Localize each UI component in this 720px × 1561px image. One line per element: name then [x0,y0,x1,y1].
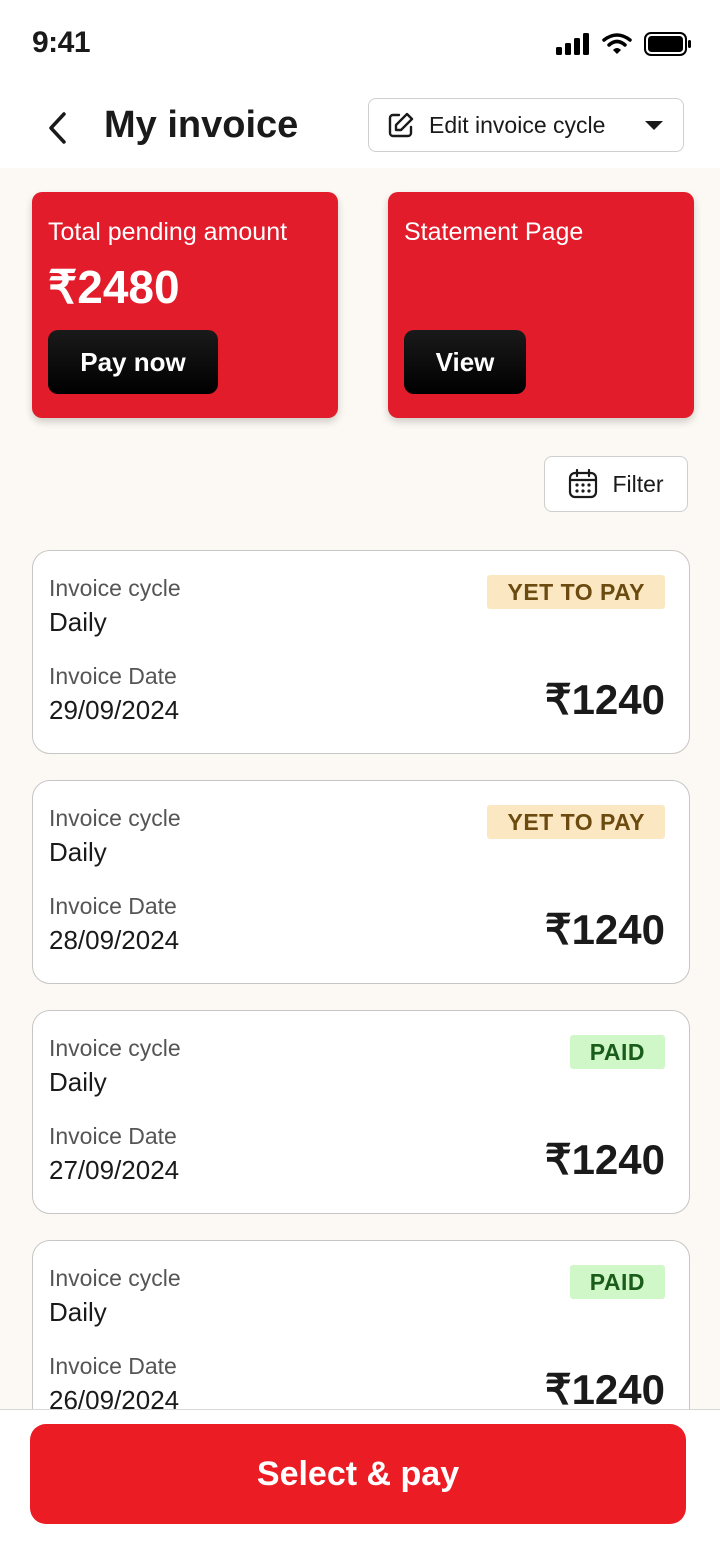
statement-card: Statement Page View [388,192,694,418]
status-icons [556,32,692,56]
status-badge: PAID [569,1265,665,1299]
invoice-date-label: Invoice Date [49,663,177,689]
invoice-cycle-value: Daily [49,837,107,867]
invoice-date-value: 28/09/2024 [49,925,180,955]
edit-invoice-cycle-label: Edit invoice cycle [429,111,606,138]
status-bar: 9:41 [0,0,720,90]
invoice-cycle-value: Daily [49,1297,107,1327]
main-content: Total pending amount ₹2480 Pay now State… [0,168,720,1410]
header: My invoice Edit invoice cycle [0,90,720,168]
battery-icon [644,32,691,56]
bottom-bar: Select & pay [0,1409,720,1561]
status-badge: YET TO PAY [487,805,665,839]
invoice-card[interactable]: Invoice cycle Daily Invoice Date 26/09/2… [32,1240,690,1410]
signal-icon [556,33,589,55]
invoice-amount: ₹1240 [544,906,665,953]
back-button[interactable] [36,104,80,152]
page-title: My invoice [104,104,299,146]
invoice-date-value: 27/09/2024 [49,1155,180,1185]
pending-amount-card: Total pending amount ₹2480 Pay now [32,192,338,418]
filter-button[interactable]: Filter [544,456,688,512]
back-arrow-icon [49,112,66,144]
invoice-card[interactable]: Invoice cycle Daily Invoice Date 27/09/2… [32,1010,690,1214]
chevron-down-icon [645,121,663,130]
invoice-cycle-value: Daily [49,1067,107,1097]
status-time: 9:41 [32,26,91,59]
invoice-cycle-label: Invoice cycle [49,1035,181,1061]
calendar-icon [569,469,598,499]
filter-label: Filter [612,470,664,497]
invoice-card[interactable]: Invoice cycle Daily Invoice Date 28/09/2… [32,780,690,984]
invoice-date-label: Invoice Date [49,893,177,919]
invoice-cycle-value: Daily [49,607,107,637]
pay-now-button[interactable]: Pay now [48,330,218,394]
status-badge: PAID [569,1035,665,1069]
statement-label: Statement Page [404,218,584,246]
status-badge: YET TO PAY [487,575,665,609]
select-and-pay-button[interactable]: Select & pay [30,1424,686,1524]
invoice-date-value: 26/09/2024 [49,1385,180,1410]
pending-amount-value: ₹2480 [48,261,180,313]
invoice-amount: ₹1240 [544,1136,665,1183]
edit-invoice-cycle-dropdown[interactable]: Edit invoice cycle [368,98,684,152]
view-statement-button[interactable]: View [404,330,526,394]
invoice-date-value: 29/09/2024 [49,695,180,725]
invoice-amount: ₹1240 [544,1366,665,1410]
invoice-cycle-label: Invoice cycle [49,1265,181,1291]
invoice-cycle-label: Invoice cycle [49,575,181,601]
invoice-card[interactable]: Invoice cycle Daily Invoice Date 29/09/2… [32,550,690,754]
invoice-date-label: Invoice Date [49,1353,177,1379]
pending-amount-label: Total pending amount [48,218,288,246]
edit-icon [388,112,414,138]
invoice-cycle-label: Invoice cycle [49,805,181,831]
wifi-icon [602,33,632,54]
invoice-date-label: Invoice Date [49,1123,177,1149]
invoice-amount: ₹1240 [544,676,665,723]
